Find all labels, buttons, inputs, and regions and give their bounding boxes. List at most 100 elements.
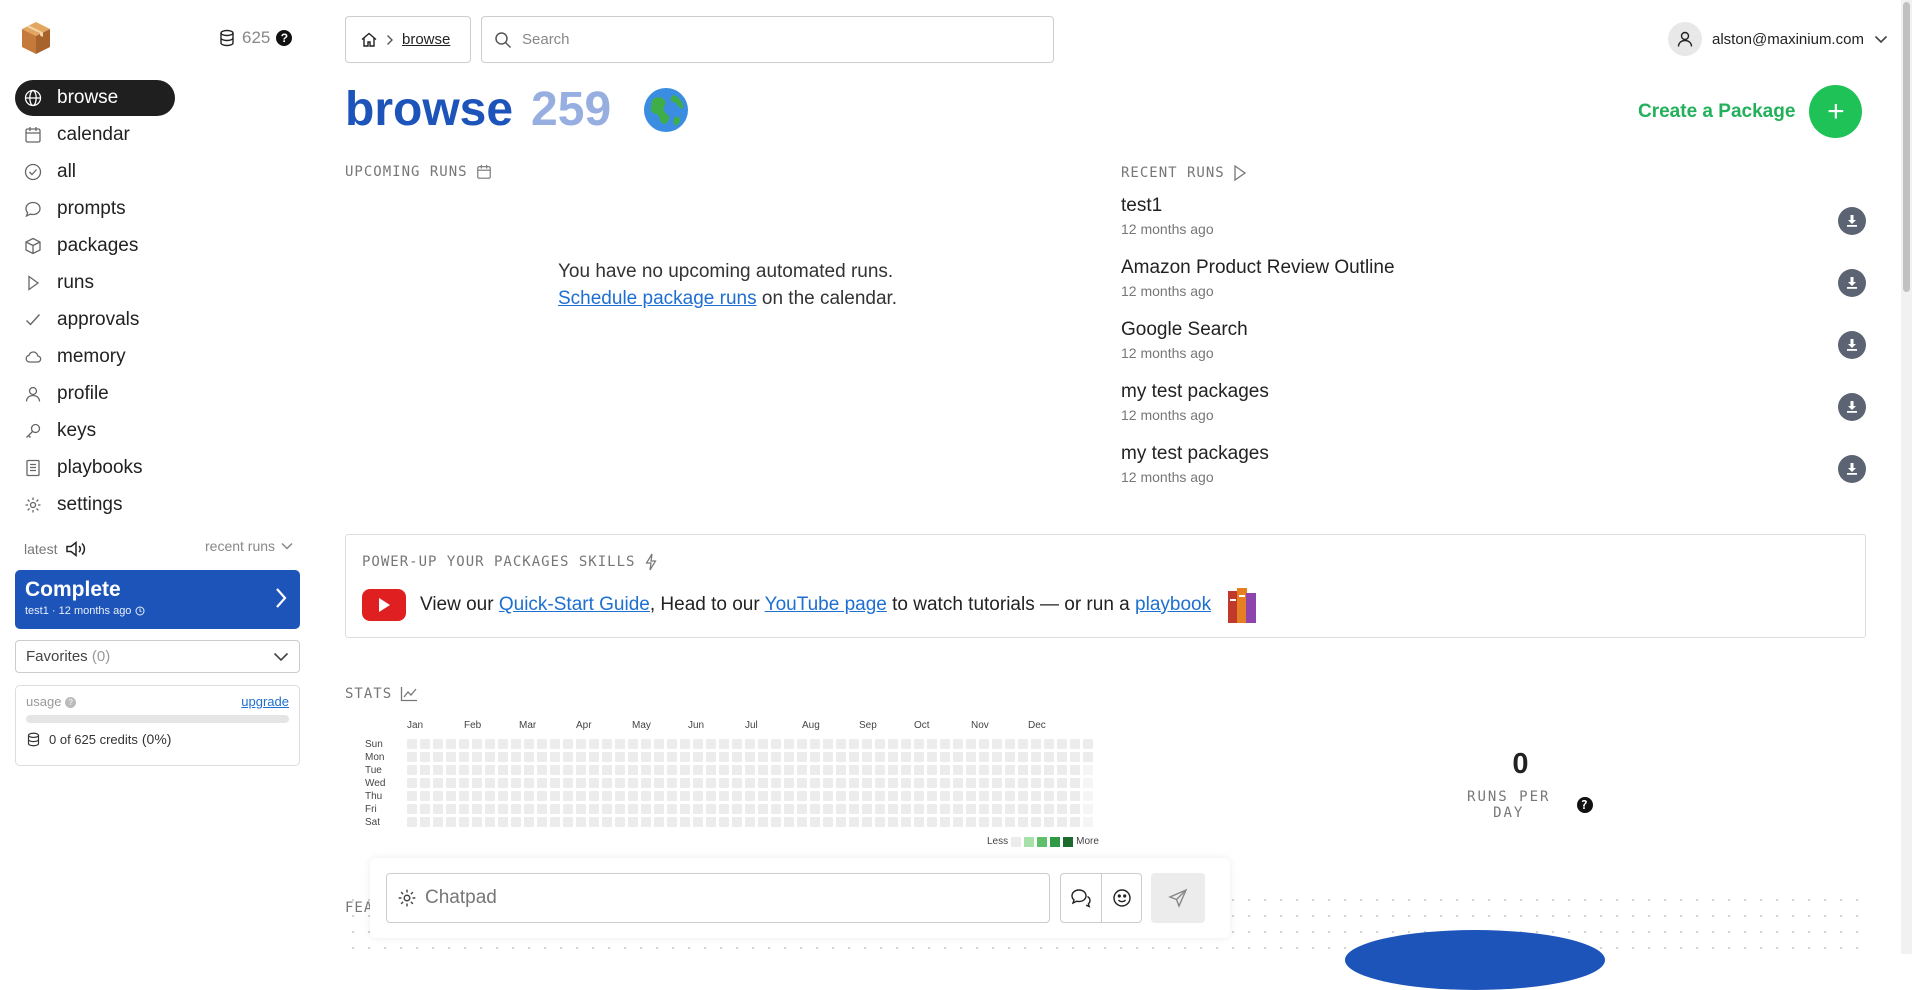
credits-display[interactable]: 625 ? (218, 28, 293, 48)
help-icon[interactable]: ? (1577, 797, 1593, 813)
heatmap-cell (589, 791, 599, 801)
run-name[interactable]: Amazon Product Review Outline (1121, 257, 1866, 279)
help-icon[interactable]: ? (276, 30, 293, 46)
sidebar-item-playbooks[interactable]: playbooks (15, 449, 300, 486)
user-menu[interactable]: alston@maxinium.com (1668, 22, 1888, 56)
heatmap-cell (914, 791, 924, 801)
home-icon[interactable] (360, 31, 378, 49)
vertical-scrollbar[interactable] (1901, 0, 1912, 954)
sidebar-item-calendar[interactable]: calendar (15, 116, 300, 153)
upgrade-link[interactable]: upgrade (241, 694, 289, 709)
sidebar-item-browse[interactable]: browse (15, 80, 175, 116)
run-name[interactable]: my test packages (1121, 443, 1866, 465)
list-item[interactable]: test1 12 months ago (1121, 195, 1866, 257)
chart-line-icon (400, 686, 418, 702)
heatmap-cell (940, 817, 950, 827)
legend-swatch (1011, 836, 1022, 847)
heatmap-cell (875, 739, 885, 749)
search-box[interactable]: Search (481, 16, 1054, 63)
recent-runs-dropdown[interactable]: recent runs (205, 538, 293, 554)
heatmap-cell (1070, 778, 1080, 788)
list-item[interactable]: my test packages 12 months ago (1121, 381, 1866, 443)
logo-box-icon[interactable] (20, 20, 52, 56)
heatmap-cell (459, 778, 469, 788)
playbook-link[interactable]: playbook (1135, 594, 1211, 615)
heatmap-cell (966, 804, 976, 814)
sidebar-item-memory[interactable]: memory (15, 338, 300, 375)
heatmap-cell (459, 817, 469, 827)
run-name[interactable]: my test packages (1121, 381, 1866, 403)
quick-start-guide-link[interactable]: Quick-Start Guide (499, 594, 650, 615)
heatmap-cell (446, 817, 456, 827)
heatmap-cell (862, 739, 872, 749)
heatmap-cell (966, 765, 976, 775)
favorites-dropdown[interactable]: Favorites (0) (15, 640, 300, 673)
heatmap-cell (784, 752, 794, 762)
heatmap-cell (667, 791, 677, 801)
heatmap-cell (849, 804, 859, 814)
gear-icon[interactable] (397, 888, 417, 908)
send-button[interactable] (1151, 873, 1205, 923)
heatmap-cell (1057, 817, 1067, 827)
sidebar-item-label: all (57, 160, 77, 182)
heatmap-cell (485, 817, 495, 827)
heatmap-cell (576, 804, 586, 814)
run-name[interactable]: test1 (1121, 195, 1866, 217)
heatmap-cell (836, 739, 846, 749)
heatmap-cell (628, 804, 638, 814)
heatmap-cell (641, 739, 651, 749)
sidebar-item-settings[interactable]: settings (15, 486, 300, 523)
emoji-smile-icon (1112, 888, 1132, 908)
heatmap-cell (602, 778, 612, 788)
heatmap-cell (966, 817, 976, 827)
download-icon[interactable] (1838, 207, 1866, 235)
download-icon[interactable] (1838, 393, 1866, 421)
youtube-icon[interactable] (362, 589, 406, 621)
list-item[interactable]: Google Search 12 months ago (1121, 319, 1866, 381)
sidebar-item-keys[interactable]: keys (15, 412, 300, 449)
heatmap-month-label: Oct (914, 720, 930, 731)
create-package-button[interactable]: Create a Package + (1638, 85, 1863, 138)
heatmap-cell (732, 817, 742, 827)
download-icon[interactable] (1838, 331, 1866, 359)
download-icon[interactable] (1838, 455, 1866, 483)
list-item[interactable]: my test packages 12 months ago (1121, 443, 1866, 505)
page-title: browse 259 (345, 82, 689, 137)
sidebar-item-profile[interactable]: profile (15, 375, 300, 412)
heatmap-cell (693, 817, 703, 827)
heatmap-cell (407, 778, 417, 788)
chat-bubbles-button[interactable] (1061, 874, 1101, 922)
heatmap-cell (797, 752, 807, 762)
heatmap-cell (706, 817, 716, 827)
heatmap-cell (628, 791, 638, 801)
sidebar-item-runs[interactable]: runs (15, 264, 300, 301)
heatmap-cell (1083, 752, 1093, 762)
sidebar-item-approvals[interactable]: approvals (15, 301, 300, 338)
download-icon[interactable] (1838, 269, 1866, 297)
heatmap-cell (823, 739, 833, 749)
sidebar-item-prompts[interactable]: prompts (15, 190, 300, 227)
latest-run-status-card[interactable]: Complete test1 · 12 months ago (15, 570, 300, 629)
speaker-icon[interactable] (65, 540, 87, 558)
heatmap-cell (459, 739, 469, 749)
heatmap-cell (1005, 791, 1015, 801)
heatmap-cell (940, 791, 950, 801)
schedule-package-runs-link[interactable]: Schedule package runs (558, 288, 757, 309)
runs-per-day-text: RUNS PER DAY (1467, 789, 1551, 821)
status-separator: · (51, 605, 56, 617)
list-item[interactable]: Amazon Product Review Outline 12 months a… (1121, 257, 1866, 319)
run-name[interactable]: Google Search (1121, 319, 1866, 341)
heatmap-cell (719, 791, 729, 801)
breadcrumb-browse-link[interactable]: browse (402, 31, 450, 48)
sidebar-item-all[interactable]: all (15, 153, 300, 190)
youtube-page-link[interactable]: YouTube page (765, 594, 887, 615)
power-text-2: , Head to our (649, 594, 765, 615)
decorative-blob (1345, 930, 1605, 990)
heatmap-cell (1083, 739, 1093, 749)
sidebar-item-packages[interactable]: packages (15, 227, 300, 264)
heatmap-cell (550, 817, 560, 827)
search-input[interactable]: Search (522, 31, 570, 48)
chatpad-input[interactable]: Chatpad (386, 873, 1050, 923)
scrollbar-thumb[interactable] (1903, 2, 1910, 292)
emoji-button[interactable] (1101, 874, 1141, 922)
